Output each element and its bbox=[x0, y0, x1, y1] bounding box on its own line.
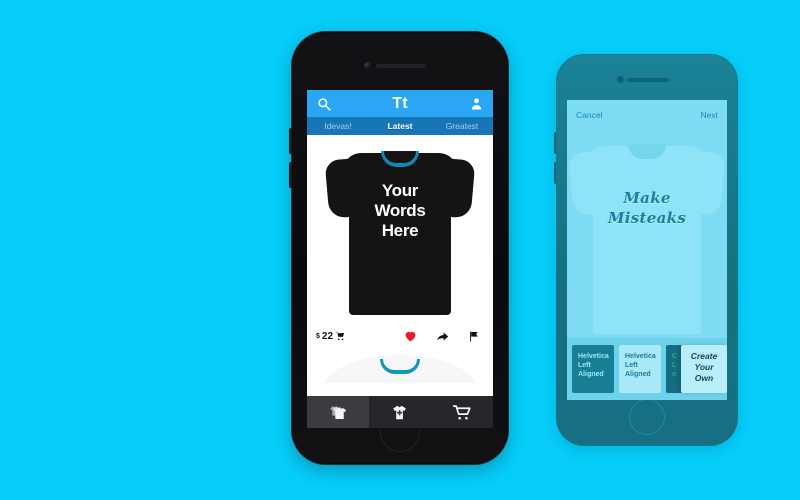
font-card-line-3: Aligned bbox=[625, 371, 651, 378]
canvas: Tt Idevas! Latest Greatest Your Words He… bbox=[0, 0, 800, 500]
phone-right-screen: Cancel Next Make Misteaks Helvetica Left… bbox=[567, 100, 727, 400]
shirt-plus-icon bbox=[392, 405, 406, 419]
shirt-preview[interactable]: Make Misteaks bbox=[567, 130, 727, 338]
currency-symbol: $ bbox=[316, 332, 320, 340]
shirt-card[interactable]: Your Words Here bbox=[307, 135, 493, 323]
app-header: Tt bbox=[307, 90, 493, 117]
tshirt-text: Your Words Here bbox=[307, 181, 493, 241]
create-line-2: Your bbox=[694, 362, 714, 372]
share-arrow-icon[interactable] bbox=[436, 330, 449, 343]
nav-create-shirt[interactable] bbox=[369, 396, 431, 428]
phone-device-left: Tt Idevas! Latest Greatest Your Words He… bbox=[289, 32, 508, 464]
tshirt-text-line-1: Your bbox=[381, 181, 419, 200]
social-actions bbox=[404, 330, 484, 343]
tab-greatest[interactable]: Greatest bbox=[431, 117, 493, 135]
nav-cart[interactable] bbox=[431, 396, 493, 428]
editor-top-bar: Cancel Next bbox=[567, 100, 727, 130]
cancel-button[interactable]: Cancel bbox=[576, 110, 602, 120]
volume-up-button[interactable] bbox=[289, 128, 292, 154]
price-buy-button[interactable]: $22 bbox=[316, 331, 345, 342]
flag-icon[interactable] bbox=[468, 330, 480, 343]
next-shirt-card[interactable] bbox=[307, 349, 493, 383]
tshirt-body-preview bbox=[593, 150, 701, 334]
feed-list: Your Words Here $22 bbox=[307, 135, 493, 428]
tab-latest[interactable]: Latest bbox=[369, 117, 431, 135]
person-icon[interactable] bbox=[468, 96, 484, 112]
earpiece-speaker bbox=[376, 64, 426, 68]
bottom-navigation bbox=[307, 396, 493, 428]
font-card-line-1: Helvetica bbox=[625, 353, 656, 360]
font-card-line-2: Left bbox=[578, 362, 591, 369]
font-card-line-1: Helvetica bbox=[578, 353, 609, 360]
preview-text-line-1: Make bbox=[623, 189, 671, 207]
font-card-helvetica[interactable]: Helvetica Left Aligned bbox=[619, 345, 661, 393]
preview-text-line-2: Misteaks bbox=[607, 209, 687, 227]
tshirt-graphic-preview bbox=[568, 134, 726, 334]
font-card-line-3: Aligned bbox=[578, 371, 604, 378]
create-line-1: Create bbox=[690, 351, 718, 361]
volume-up-button-right[interactable] bbox=[554, 132, 556, 154]
font-picker: Helvetica Left Aligned Helvetica Left Al… bbox=[567, 338, 727, 400]
phone-left-screen: Tt Idevas! Latest Greatest Your Words He… bbox=[307, 90, 493, 428]
app-logo: Tt bbox=[392, 94, 408, 112]
volume-down-button[interactable] bbox=[289, 162, 292, 188]
tshirt-preview-text: Make Misteaks bbox=[567, 188, 727, 228]
front-camera-icon bbox=[364, 62, 371, 69]
cart-icon[interactable] bbox=[335, 331, 345, 341]
font-card-helvetica-selected[interactable]: Helvetica Left Aligned bbox=[572, 345, 614, 393]
tshirt-text-line-2: Words bbox=[374, 201, 426, 220]
nav-browse-shirts[interactable] bbox=[307, 396, 369, 428]
create-your-own-button[interactable]: Create Your Own bbox=[681, 345, 727, 393]
tab-ideas[interactable]: Idevas! bbox=[307, 117, 369, 135]
cart-icon bbox=[452, 404, 471, 419]
font-card-line-2: Left bbox=[625, 362, 638, 369]
shirt-action-bar: $22 bbox=[307, 323, 493, 349]
earpiece-speaker-right bbox=[627, 78, 669, 82]
search-icon[interactable] bbox=[316, 96, 332, 112]
phone-device-right: Cancel Next Make Misteaks Helvetica Left… bbox=[554, 54, 738, 446]
next-button[interactable]: Next bbox=[701, 110, 718, 120]
home-button-right[interactable] bbox=[629, 399, 665, 435]
front-camera-icon-right bbox=[617, 76, 624, 83]
feed-tabs: Idevas! Latest Greatest bbox=[307, 117, 493, 139]
volume-down-button-right[interactable] bbox=[554, 162, 556, 184]
tshirt-text-line-3: Here bbox=[381, 221, 419, 240]
create-line-3: Own bbox=[694, 373, 714, 383]
price-value: 22 bbox=[321, 330, 334, 342]
heart-icon[interactable] bbox=[404, 330, 417, 343]
shirt-stack-icon bbox=[329, 405, 346, 419]
